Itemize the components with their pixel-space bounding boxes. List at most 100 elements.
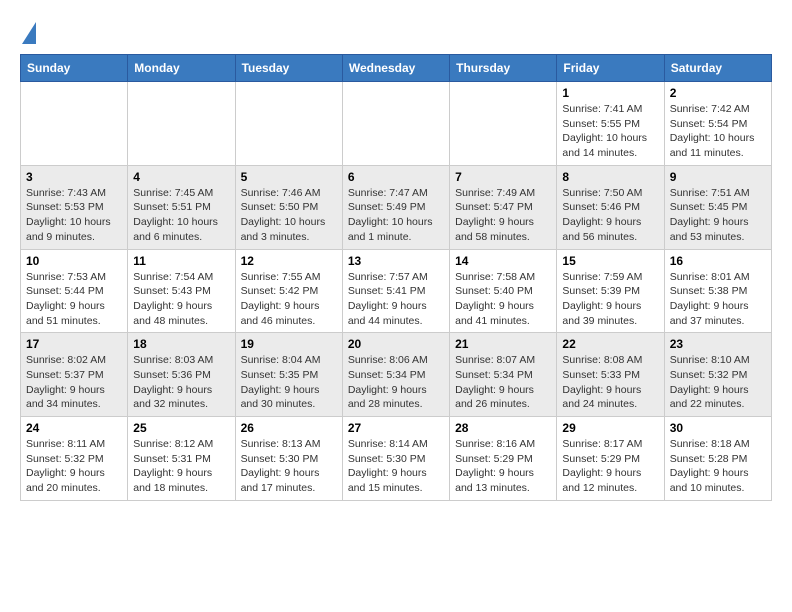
day-number: 12: [241, 254, 337, 268]
calendar-day-cell: 10 Sunrise: 7:53 AM Sunset: 5:44 PM Dayli…: [21, 249, 128, 333]
calendar-day-cell: 26 Sunrise: 8:13 AM Sunset: 5:30 PM Dayli…: [235, 417, 342, 501]
day-info: Sunrise: 8:16 AM Sunset: 5:29 PM Dayligh…: [455, 437, 551, 496]
calendar-day-cell: 3 Sunrise: 7:43 AM Sunset: 5:53 PM Daylig…: [21, 165, 128, 249]
day-info: Sunrise: 7:41 AM Sunset: 5:55 PM Dayligh…: [562, 102, 658, 161]
calendar-week-row: 10 Sunrise: 7:53 AM Sunset: 5:44 PM Dayli…: [21, 249, 772, 333]
calendar-day-cell: 25 Sunrise: 8:12 AM Sunset: 5:31 PM Dayli…: [128, 417, 235, 501]
calendar-day-cell: 12Sunrise: 7:55 AM Sunset: 5:42 PM Dayli…: [235, 249, 342, 333]
day-number: 6: [348, 170, 444, 184]
logo-arrow-icon: [22, 22, 36, 44]
day-info: Sunrise: 8:06 AM Sunset: 5:34 PM Dayligh…: [348, 353, 444, 412]
day-info: Sunrise: 8:12 AM Sunset: 5:31 PM Dayligh…: [133, 437, 229, 496]
day-number: 22: [562, 337, 658, 351]
calendar-week-row: 17 Sunrise: 8:02 AM Sunset: 5:37 PM Dayli…: [21, 333, 772, 417]
calendar-day-cell: 16 Sunrise: 8:01 AM Sunset: 5:38 PM Dayli…: [664, 249, 771, 333]
calendar-day-cell: 8 Sunrise: 7:50 AM Sunset: 5:46 PM Daylig…: [557, 165, 664, 249]
day-number: 26: [241, 421, 337, 435]
weekday-header-friday: Friday: [557, 55, 664, 82]
page-header: [20, 20, 772, 44]
day-info: Sunrise: 7:50 AM Sunset: 5:46 PM Dayligh…: [562, 186, 658, 245]
day-number: 14: [455, 254, 551, 268]
calendar-day-cell: 5 Sunrise: 7:46 AM Sunset: 5:50 PM Daylig…: [235, 165, 342, 249]
day-number: 29: [562, 421, 658, 435]
calendar-day-cell: 19Sunrise: 8:04 AM Sunset: 5:35 PM Dayli…: [235, 333, 342, 417]
weekday-header-tuesday: Tuesday: [235, 55, 342, 82]
calendar-day-cell: 22 Sunrise: 8:08 AM Sunset: 5:33 PM Dayli…: [557, 333, 664, 417]
weekday-header-thursday: Thursday: [450, 55, 557, 82]
calendar-week-row: 1 Sunrise: 7:41 AM Sunset: 5:55 PM Daylig…: [21, 82, 772, 166]
calendar-table: SundayMondayTuesdayWednesdayThursdayFrid…: [20, 54, 772, 501]
day-number: 7: [455, 170, 551, 184]
day-info: Sunrise: 8:13 AM Sunset: 5:30 PM Dayligh…: [241, 437, 337, 496]
calendar-day-cell: 20 Sunrise: 8:06 AM Sunset: 5:34 PM Dayli…: [342, 333, 449, 417]
day-number: 25: [133, 421, 229, 435]
empty-cell: [450, 82, 557, 166]
day-number: 15: [562, 254, 658, 268]
calendar-day-cell: 23 Sunrise: 8:10 AM Sunset: 5:32 PM Dayli…: [664, 333, 771, 417]
day-number: 20: [348, 337, 444, 351]
weekday-header-sunday: Sunday: [21, 55, 128, 82]
day-number: 23: [670, 337, 766, 351]
weekday-header-wednesday: Wednesday: [342, 55, 449, 82]
day-number: 13: [348, 254, 444, 268]
day-number: 16: [670, 254, 766, 268]
day-info: Sunrise: 7:49 AM Sunset: 5:47 PM Dayligh…: [455, 186, 551, 245]
weekday-header-saturday: Saturday: [664, 55, 771, 82]
day-number: 8: [562, 170, 658, 184]
calendar-day-cell: 14 Sunrise: 7:58 AM Sunset: 5:40 PM Dayli…: [450, 249, 557, 333]
day-number: 10: [26, 254, 122, 268]
day-info: Sunrise: 7:53 AM Sunset: 5:44 PM Dayligh…: [26, 270, 122, 329]
empty-cell: [342, 82, 449, 166]
calendar-day-cell: 28 Sunrise: 8:16 AM Sunset: 5:29 PM Dayli…: [450, 417, 557, 501]
weekday-header-row: SundayMondayTuesdayWednesdayThursdayFrid…: [21, 55, 772, 82]
day-number: 1: [562, 86, 658, 100]
empty-cell: [128, 82, 235, 166]
day-info: Sunrise: 8:01 AM Sunset: 5:38 PM Dayligh…: [670, 270, 766, 329]
day-info: Sunrise: 7:58 AM Sunset: 5:40 PM Dayligh…: [455, 270, 551, 329]
day-info: Sunrise: 8:08 AM Sunset: 5:33 PM Dayligh…: [562, 353, 658, 412]
day-info: Sunrise: 8:11 AM Sunset: 5:32 PM Dayligh…: [26, 437, 122, 496]
day-number: 9: [670, 170, 766, 184]
calendar-day-cell: 7 Sunrise: 7:49 AM Sunset: 5:47 PM Daylig…: [450, 165, 557, 249]
calendar-week-row: 3 Sunrise: 7:43 AM Sunset: 5:53 PM Daylig…: [21, 165, 772, 249]
day-info: Sunrise: 7:47 AM Sunset: 5:49 PM Dayligh…: [348, 186, 444, 245]
day-number: 21: [455, 337, 551, 351]
calendar-day-cell: 29 Sunrise: 8:17 AM Sunset: 5:29 PM Dayli…: [557, 417, 664, 501]
calendar-day-cell: 30Sunrise: 8:18 AM Sunset: 5:28 PM Dayli…: [664, 417, 771, 501]
calendar-day-cell: 24 Sunrise: 8:11 AM Sunset: 5:32 PM Dayli…: [21, 417, 128, 501]
day-info: Sunrise: 7:57 AM Sunset: 5:41 PM Dayligh…: [348, 270, 444, 329]
calendar-day-cell: 6 Sunrise: 7:47 AM Sunset: 5:49 PM Daylig…: [342, 165, 449, 249]
day-number: 4: [133, 170, 229, 184]
calendar-day-cell: 2 Sunrise: 7:42 AM Sunset: 5:54 PM Daylig…: [664, 82, 771, 166]
day-number: 18: [133, 337, 229, 351]
day-number: 28: [455, 421, 551, 435]
day-number: 2: [670, 86, 766, 100]
day-number: 17: [26, 337, 122, 351]
weekday-header-monday: Monday: [128, 55, 235, 82]
day-info: Sunrise: 7:59 AM Sunset: 5:39 PM Dayligh…: [562, 270, 658, 329]
day-number: 11: [133, 254, 229, 268]
day-info: Sunrise: 7:43 AM Sunset: 5:53 PM Dayligh…: [26, 186, 122, 245]
day-info: Sunrise: 8:02 AM Sunset: 5:37 PM Dayligh…: [26, 353, 122, 412]
day-info: Sunrise: 7:54 AM Sunset: 5:43 PM Dayligh…: [133, 270, 229, 329]
day-info: Sunrise: 8:10 AM Sunset: 5:32 PM Dayligh…: [670, 353, 766, 412]
calendar-day-cell: 4 Sunrise: 7:45 AM Sunset: 5:51 PM Daylig…: [128, 165, 235, 249]
day-info: Sunrise: 8:17 AM Sunset: 5:29 PM Dayligh…: [562, 437, 658, 496]
day-info: Sunrise: 7:42 AM Sunset: 5:54 PM Dayligh…: [670, 102, 766, 161]
day-number: 5: [241, 170, 337, 184]
day-number: 3: [26, 170, 122, 184]
calendar-day-cell: 15 Sunrise: 7:59 AM Sunset: 5:39 PM Dayli…: [557, 249, 664, 333]
day-info: Sunrise: 8:14 AM Sunset: 5:30 PM Dayligh…: [348, 437, 444, 496]
day-number: 24: [26, 421, 122, 435]
calendar-day-cell: 18Sunrise: 8:03 AM Sunset: 5:36 PM Dayli…: [128, 333, 235, 417]
calendar-day-cell: 9Sunrise: 7:51 AM Sunset: 5:45 PM Daylig…: [664, 165, 771, 249]
day-info: Sunrise: 7:45 AM Sunset: 5:51 PM Dayligh…: [133, 186, 229, 245]
day-info: Sunrise: 7:46 AM Sunset: 5:50 PM Dayligh…: [241, 186, 337, 245]
calendar-day-cell: 21 Sunrise: 8:07 AM Sunset: 5:34 PM Dayli…: [450, 333, 557, 417]
calendar-day-cell: 11 Sunrise: 7:54 AM Sunset: 5:43 PM Dayli…: [128, 249, 235, 333]
calendar-day-cell: 13 Sunrise: 7:57 AM Sunset: 5:41 PM Dayli…: [342, 249, 449, 333]
calendar-week-row: 24 Sunrise: 8:11 AM Sunset: 5:32 PM Dayli…: [21, 417, 772, 501]
day-info: Sunrise: 8:04 AM Sunset: 5:35 PM Dayligh…: [241, 353, 337, 412]
day-info: Sunrise: 8:07 AM Sunset: 5:34 PM Dayligh…: [455, 353, 551, 412]
logo: [20, 20, 36, 44]
